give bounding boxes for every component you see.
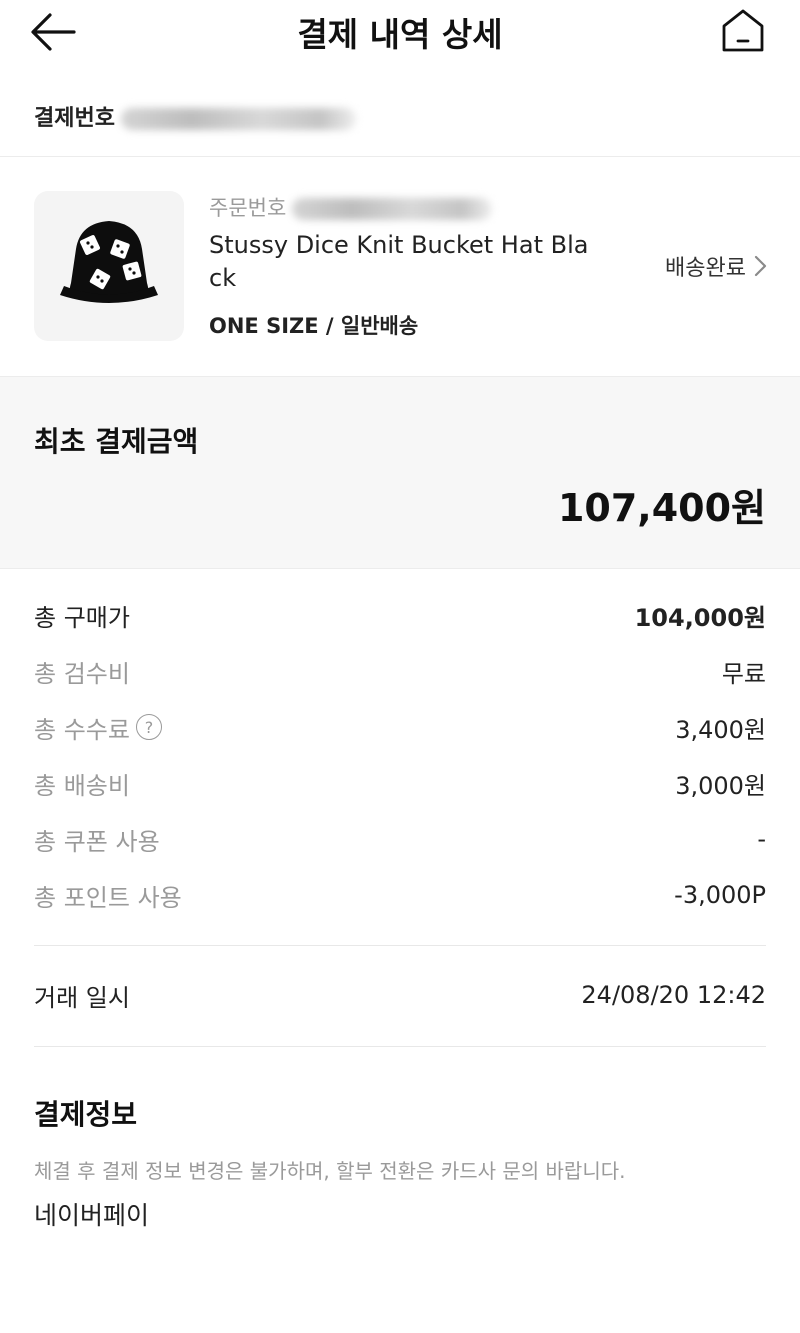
divider: [34, 945, 766, 946]
help-icon[interactable]: ?: [135, 714, 162, 740]
payment-info-heading: 결제정보: [34, 1098, 138, 1131]
order-number-redacted: [292, 198, 493, 220]
payment-method: 네이버페이: [34, 1201, 150, 1230]
breakdown-row-coupon: 총 쿠폰 사용 -: [34, 822, 766, 856]
order-number: 주문번호: [209, 192, 493, 222]
home-icon: [722, 9, 764, 52]
divider: [0, 156, 800, 157]
breakdown-row-inspection: 총 검수비 무료: [34, 654, 766, 688]
breakdown-label: 총 검수비: [34, 659, 130, 688]
product-option: ONE SIZE / 일반배송: [209, 314, 419, 338]
divider: [34, 1046, 766, 1047]
breakdown-value: 3,000원: [675, 771, 766, 800]
breakdown-label: 총 쿠폰 사용: [34, 827, 160, 856]
breakdown-label: 총 구매가: [34, 603, 130, 632]
breakdown-row-fee: 총 수수료 ? 3,400원: [34, 710, 766, 744]
transaction-datetime-row: 거래 일시 24/08/20 12:42: [34, 978, 766, 1012]
payment-number: 결제번호: [34, 100, 356, 132]
breakdown-value: -3,000P: [674, 881, 766, 909]
product-thumbnail[interactable]: [34, 191, 184, 341]
payment-number-redacted: [120, 108, 356, 130]
breakdown-value: 3,400원: [675, 715, 766, 744]
page-title: 결제 내역 상세: [297, 15, 503, 54]
product-name[interactable]: Stussy Dice Knit Bucket Hat Black: [209, 229, 599, 295]
breakdown-row-points: 총 포인트 사용 -3,000P: [34, 878, 766, 912]
breakdown-label: 총 포인트 사용: [34, 883, 182, 912]
breakdown-label: 총 배송비: [34, 771, 130, 800]
initial-payment-amount: 107,400원: [557, 486, 766, 530]
initial-payment-summary: 최초 결제금액 107,400원: [0, 376, 800, 569]
breakdown-row-shipping: 총 배송비 3,000원: [34, 766, 766, 800]
chevron-right-icon: [754, 255, 767, 277]
delivery-status-label: 배송완료: [665, 256, 746, 281]
breakdown-label: 총 수수료: [34, 715, 130, 744]
bucket-hat-image: [60, 221, 158, 303]
initial-payment-label: 최초 결제금액: [34, 425, 199, 458]
breakdown-value: 무료: [721, 659, 766, 688]
breakdown-label-wrap: 총 수수료 ?: [34, 710, 162, 745]
breakdown-value: 104,000원: [634, 603, 766, 632]
breakdown-value: -: [757, 825, 766, 853]
transaction-datetime-label: 거래 일시: [34, 983, 130, 1012]
header-bar: 결제 내역 상세: [0, 0, 800, 64]
breakdown-row-purchase: 총 구매가 104,000원: [34, 598, 766, 632]
home-button[interactable]: [718, 6, 768, 56]
payment-info-note: 체결 후 결제 정보 변경은 불가하며, 할부 전환은 카드사 문의 바랍니다.: [34, 1159, 626, 1183]
payment-number-label: 결제번호: [34, 106, 115, 131]
transaction-datetime-value: 24/08/20 12:42: [581, 981, 766, 1009]
delivery-status-link[interactable]: 배송완료: [665, 250, 768, 282]
order-number-label: 주문번호: [209, 196, 287, 220]
